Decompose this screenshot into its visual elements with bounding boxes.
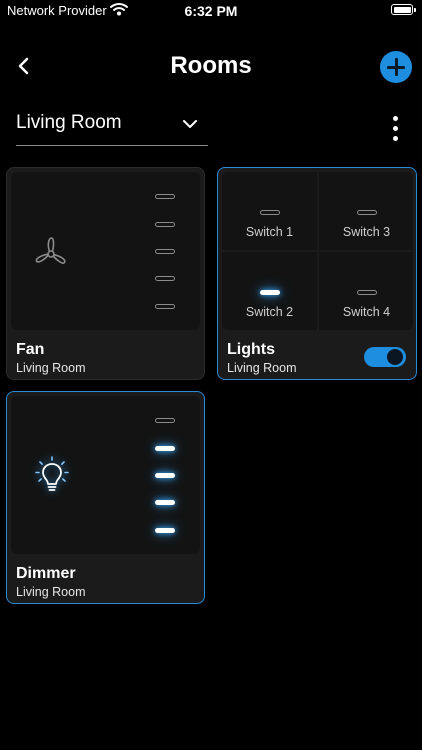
fan-speed-level-3[interactable] (155, 249, 175, 254)
dimmer-name: Dimmer (16, 565, 76, 582)
switch-1-label: Switch 1 (245, 225, 294, 239)
fan-card[interactable]: Fan Living Room (6, 167, 205, 380)
page-title: Rooms (170, 52, 252, 79)
toggle-knob (387, 349, 403, 365)
fan-speed-level-4[interactable] (155, 222, 175, 227)
dimmer-control-panel (11, 396, 200, 554)
dimmer-card[interactable]: Dimmer Living Room (6, 391, 205, 604)
switch-3-button[interactable]: Switch 3 (319, 172, 413, 250)
switch-4-indicator (357, 290, 377, 295)
dimmer-room: Living Room (16, 585, 86, 599)
dimmer-level-3[interactable] (155, 473, 175, 478)
switch-4-button[interactable]: Switch 4 (319, 252, 413, 330)
switch-3-indicator (357, 210, 377, 215)
lights-card[interactable]: Switch 1 Switch 3 Switch 2 Switch 4 Ligh… (217, 167, 417, 380)
status-time: 6:32 PM (184, 3, 238, 19)
lights-power-toggle[interactable] (364, 347, 406, 367)
switch-3-label: Switch 3 (342, 225, 391, 239)
dimmer-level-2[interactable] (155, 500, 175, 505)
chevron-down-icon (182, 116, 198, 134)
more-options-icon[interactable] (388, 114, 404, 144)
switch-2-label: Switch 2 (245, 305, 294, 319)
fan-speed-level-2[interactable] (155, 276, 175, 281)
dimmer-level-5[interactable] (155, 418, 175, 423)
fan-room: Living Room (16, 361, 86, 375)
switch-1-indicator (260, 210, 280, 215)
lights-name: Lights (227, 341, 275, 358)
lightbulb-icon (35, 456, 69, 499)
switch-2-button[interactable]: Switch 2 (222, 252, 317, 330)
fan-name: Fan (16, 341, 45, 358)
switch-1-button[interactable]: Switch 1 (222, 172, 317, 250)
switch-4-label: Switch 4 (342, 305, 391, 319)
room-dropdown-value: Living Room (16, 112, 122, 133)
fan-icon (33, 234, 69, 275)
dimmer-level-4[interactable] (155, 446, 175, 451)
add-button[interactable] (380, 51, 412, 83)
status-bar: Network Provider 6:32 PM (0, 0, 422, 24)
switch-grid: Switch 1 Switch 3 Switch 2 Switch 4 (222, 172, 413, 330)
lights-room: Living Room (227, 361, 297, 375)
battery-icon (391, 4, 416, 15)
fan-control-panel (11, 172, 200, 330)
fan-speed-level-1[interactable] (155, 304, 175, 309)
room-dropdown[interactable]: Living Room (16, 104, 208, 146)
switch-2-indicator (260, 290, 280, 295)
dimmer-level-1[interactable] (155, 528, 175, 533)
fan-speed-level-5[interactable] (155, 194, 175, 199)
